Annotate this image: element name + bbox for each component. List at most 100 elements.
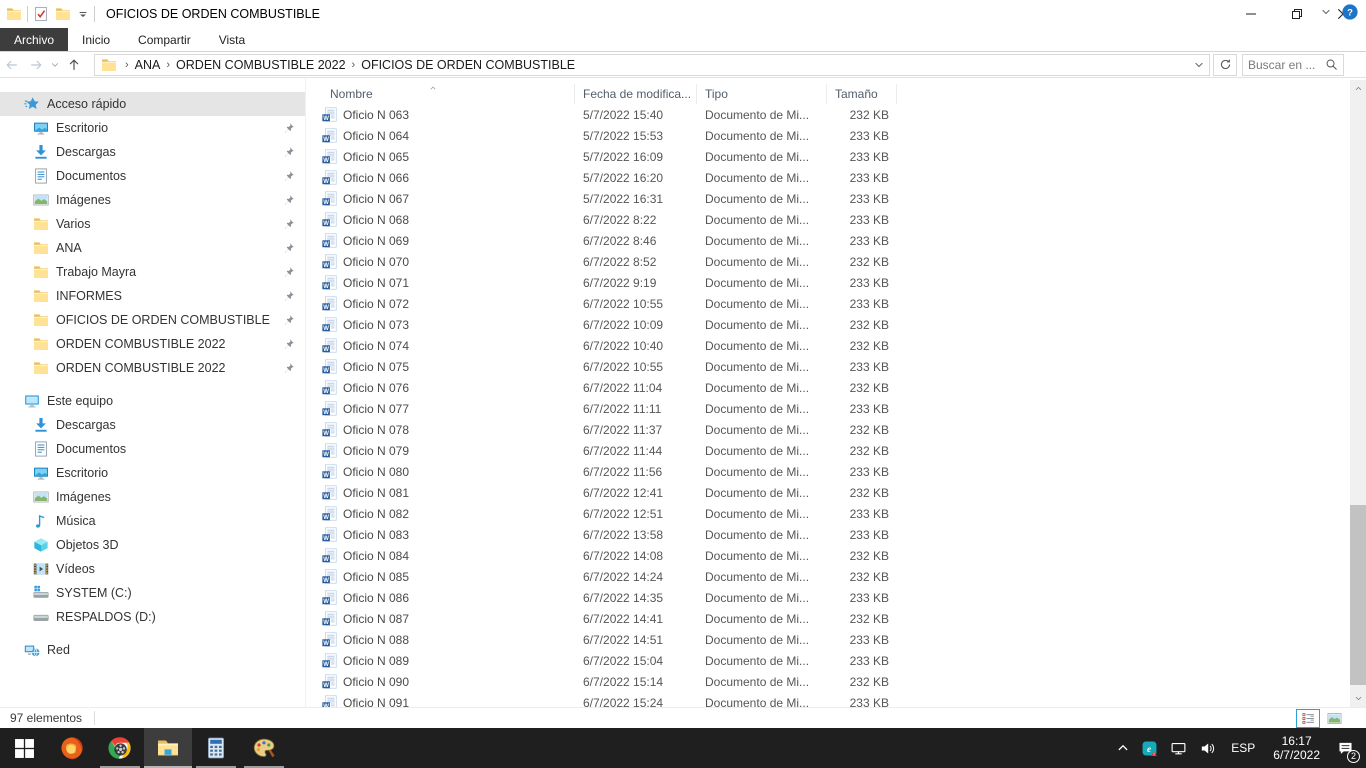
vertical-scrollbar[interactable]	[1350, 80, 1366, 707]
help-icon[interactable]: ?	[1342, 4, 1358, 20]
sidebar-item[interactable]: INFORMES	[0, 284, 305, 308]
file-row[interactable]: W Oficio N 085 6/7/2022 14:24 Documento …	[310, 566, 1350, 587]
forward-button[interactable]	[24, 54, 48, 76]
column-header-type[interactable]: Tipo	[697, 84, 827, 104]
address-dropdown-icon[interactable]	[1193, 59, 1205, 71]
sidebar-section-network[interactable]: Red	[0, 638, 305, 662]
file-row[interactable]: W Oficio N 080 6/7/2022 11:56 Documento …	[310, 461, 1350, 482]
network-tray-icon[interactable]	[1164, 728, 1193, 768]
back-button[interactable]	[0, 54, 24, 76]
clock[interactable]: 16:17 6/7/2022	[1264, 734, 1329, 762]
breadcrumb-item[interactable]: ANA	[135, 58, 161, 72]
column-header-date[interactable]: Fecha de modifica...	[575, 84, 697, 104]
taskbar-app-button[interactable]	[48, 728, 96, 768]
sidebar-item[interactable]: ORDEN COMBUSTIBLE 2022	[0, 356, 305, 380]
file-row[interactable]: W Oficio N 090 6/7/2022 15:14 Documento …	[310, 671, 1350, 692]
file-row[interactable]: W Oficio N 082 6/7/2022 12:51 Documento …	[310, 503, 1350, 524]
breadcrumb-item[interactable]: ORDEN COMBUSTIBLE 2022	[176, 58, 346, 72]
properties-check-icon[interactable]	[33, 6, 49, 22]
ribbon-tab[interactable]: Inicio	[68, 28, 124, 51]
file-row[interactable]: W Oficio N 081 6/7/2022 12:41 Documento …	[310, 482, 1350, 503]
column-header-size[interactable]: Tamaño	[827, 84, 897, 104]
scroll-down-button[interactable]	[1350, 690, 1366, 707]
file-row[interactable]: W Oficio N 067 5/7/2022 16:31 Documento …	[310, 188, 1350, 209]
sidebar-item[interactable]: Música	[0, 509, 305, 533]
new-folder-icon[interactable]	[55, 6, 71, 22]
minimize-button[interactable]	[1228, 0, 1274, 28]
sidebar-item[interactable]: Escritorio	[0, 461, 305, 485]
qat-dropdown-icon[interactable]	[77, 8, 89, 20]
file-row[interactable]: W Oficio N 073 6/7/2022 10:09 Documento …	[310, 314, 1350, 335]
file-row[interactable]: W Oficio N 086 6/7/2022 14:35 Documento …	[310, 587, 1350, 608]
file-row[interactable]: W Oficio N 069 6/7/2022 8:46 Documento d…	[310, 230, 1350, 251]
up-button[interactable]	[62, 54, 86, 76]
file-date: 6/7/2022 15:24	[575, 696, 697, 708]
file-row[interactable]: W Oficio N 091 6/7/2022 15:24 Documento …	[310, 692, 1350, 707]
sidebar-item[interactable]: SYSTEM (C:)	[0, 581, 305, 605]
column-header-name[interactable]: Nombre	[310, 84, 575, 104]
thumbnails-view-button[interactable]	[1322, 709, 1346, 728]
sidebar-item[interactable]: Imágenes	[0, 188, 305, 212]
taskbar-app-button[interactable]	[240, 728, 288, 768]
file-row[interactable]: W Oficio N 068 6/7/2022 8:22 Documento d…	[310, 209, 1350, 230]
scroll-up-button[interactable]	[1350, 80, 1366, 97]
file-row[interactable]: W Oficio N 072 6/7/2022 10:55 Documento …	[310, 293, 1350, 314]
restore-button[interactable]	[1274, 0, 1320, 28]
sidebar-item[interactable]: Objetos 3D	[0, 533, 305, 557]
action-center-button[interactable]: 2	[1329, 728, 1366, 768]
file-row[interactable]: W Oficio N 079 6/7/2022 11:44 Documento …	[310, 440, 1350, 461]
recent-locations-button[interactable]	[48, 54, 62, 76]
sidebar-item[interactable]: Trabajo Mayra	[0, 260, 305, 284]
sidebar-item[interactable]: Descargas	[0, 413, 305, 437]
folder-icon	[33, 288, 49, 304]
file-row[interactable]: W Oficio N 076 6/7/2022 11:04 Documento …	[310, 377, 1350, 398]
file-row[interactable]: W Oficio N 088 6/7/2022 14:51 Documento …	[310, 629, 1350, 650]
file-row[interactable]: W Oficio N 074 6/7/2022 10:40 Documento …	[310, 335, 1350, 356]
file-type: Documento de Mi...	[697, 381, 827, 395]
file-row[interactable]: W Oficio N 070 6/7/2022 8:52 Documento d…	[310, 251, 1350, 272]
ribbon-tab[interactable]: Archivo	[0, 28, 68, 51]
sidebar-section-this-pc[interactable]: Este equipo	[0, 389, 305, 413]
search-input[interactable]: Buscar en ...	[1242, 54, 1344, 76]
sidebar-item[interactable]: Varios	[0, 212, 305, 236]
sidebar-item[interactable]: Escritorio	[0, 116, 305, 140]
details-view-button[interactable]	[1296, 709, 1320, 728]
scrollbar-thumb[interactable]	[1350, 505, 1366, 685]
sidebar-item[interactable]: Imágenes	[0, 485, 305, 509]
ribbon-tab[interactable]: Vista	[205, 28, 259, 51]
file-row[interactable]: W Oficio N 065 5/7/2022 16:09 Documento …	[310, 146, 1350, 167]
sidebar-item[interactable]: Descargas	[0, 140, 305, 164]
address-box[interactable]: › ANA › ORDEN COMBUSTIBLE 2022 › OFICIOS…	[94, 54, 1210, 76]
start-button[interactable]	[0, 728, 48, 768]
file-row[interactable]: W Oficio N 064 5/7/2022 15:53 Documento …	[310, 125, 1350, 146]
taskbar-app-button[interactable]	[144, 728, 192, 768]
sidebar-item[interactable]: Documentos	[0, 437, 305, 461]
file-row[interactable]: W Oficio N 071 6/7/2022 9:19 Documento d…	[310, 272, 1350, 293]
taskbar-app-button[interactable]	[192, 728, 240, 768]
file-row[interactable]: W Oficio N 087 6/7/2022 14:41 Documento …	[310, 608, 1350, 629]
file-row[interactable]: W Oficio N 063 5/7/2022 15:40 Documento …	[310, 104, 1350, 125]
file-row[interactable]: W Oficio N 084 6/7/2022 14:08 Documento …	[310, 545, 1350, 566]
file-row[interactable]: W Oficio N 077 6/7/2022 11:11 Documento …	[310, 398, 1350, 419]
ribbon-tab[interactable]: Compartir	[124, 28, 205, 51]
tray-overflow-button[interactable]	[1111, 728, 1135, 768]
sidebar-item[interactable]: OFICIOS DE ORDEN COMBUSTIBLE	[0, 308, 305, 332]
volume-tray-icon[interactable]	[1193, 728, 1222, 768]
sidebar-item[interactable]: Vídeos	[0, 557, 305, 581]
language-indicator[interactable]: ESP	[1222, 741, 1264, 755]
sidebar-item[interactable]: ORDEN COMBUSTIBLE 2022	[0, 332, 305, 356]
sidebar-item[interactable]: Documentos	[0, 164, 305, 188]
eset-tray-icon[interactable]: e	[1135, 728, 1164, 768]
refresh-button[interactable]	[1213, 54, 1237, 76]
sidebar-item[interactable]: ANA	[0, 236, 305, 260]
taskbar-app-button[interactable]	[96, 728, 144, 768]
file-row[interactable]: W Oficio N 078 6/7/2022 11:37 Documento …	[310, 419, 1350, 440]
file-row[interactable]: W Oficio N 089 6/7/2022 15:04 Documento …	[310, 650, 1350, 671]
sidebar-section-quick-access[interactable]: Acceso rápido	[0, 92, 305, 116]
sidebar-item[interactable]: RESPALDOS (D:)	[0, 605, 305, 629]
file-row[interactable]: W Oficio N 066 5/7/2022 16:20 Documento …	[310, 167, 1350, 188]
breadcrumb-item[interactable]: OFICIOS DE ORDEN COMBUSTIBLE	[361, 58, 575, 72]
file-row[interactable]: W Oficio N 075 6/7/2022 10:55 Documento …	[310, 356, 1350, 377]
expand-ribbon-icon[interactable]	[1320, 6, 1332, 18]
file-row[interactable]: W Oficio N 083 6/7/2022 13:58 Documento …	[310, 524, 1350, 545]
